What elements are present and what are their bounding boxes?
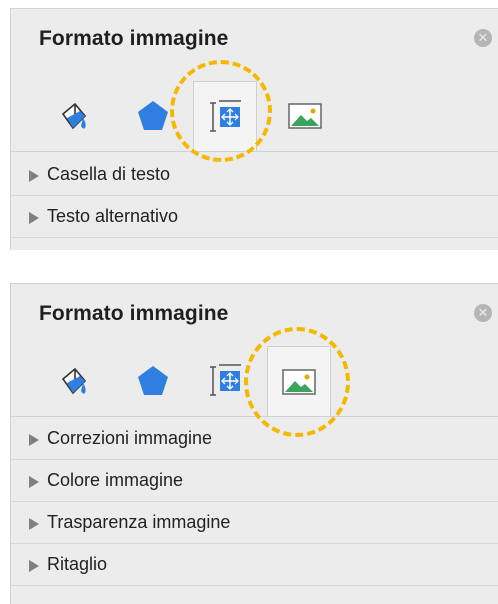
picture-icon [282,368,316,395]
section-testo-alternativo[interactable]: Testo alternativo [11,196,498,238]
size-position-icon [210,99,241,132]
format-picture-panel-bottom: Formato immagine ✕ Correzioni immagine C… [10,283,498,604]
section-trasparenza-immagine[interactable]: Trasparenza immagine [11,502,498,544]
tab-size-position[interactable] [193,81,257,151]
section-correzioni-immagine[interactable]: Correzioni immagine [11,418,498,460]
disclosure-triangle-icon[interactable] [29,434,39,446]
section-label: Ritaglio [47,554,108,574]
section-label: Trasparenza immagine [47,512,231,532]
fill-bucket-icon [61,102,87,130]
tab-divider [11,151,498,152]
section-label: Colore immagine [47,470,184,490]
tab-size-position[interactable] [193,346,257,416]
tab-bar [11,346,498,416]
tab-fill-line[interactable] [41,346,105,416]
section-colore-immagine[interactable]: Colore immagine [11,460,498,502]
format-picture-panel-top: Formato immagine ✕ Casella di testo Test… [10,8,498,250]
tab-bar [11,81,498,151]
tab-effects[interactable] [121,346,185,416]
disclosure-triangle-icon[interactable] [29,212,39,224]
panel-title: Formato immagine [39,302,229,325]
tab-picture[interactable] [273,81,337,151]
tab-effects[interactable] [121,81,185,151]
pentagon-shape-icon [138,101,168,130]
section-casella-di-testo[interactable]: Casella di testo [11,154,498,196]
tab-divider [11,416,498,417]
section-label: Testo alternativo [47,206,179,226]
panel-title: Formato immagine [39,27,229,50]
section-label: Correzioni immagine [47,428,213,448]
pentagon-shape-icon [138,366,168,395]
size-position-icon [210,364,241,396]
section-label: Casella di testo [47,164,171,184]
tab-picture[interactable] [267,346,331,416]
close-icon[interactable]: ✕ [474,29,492,47]
disclosure-triangle-icon[interactable] [29,560,39,572]
fill-bucket-icon [61,367,87,395]
disclosure-triangle-icon[interactable] [29,518,39,530]
close-icon[interactable]: ✕ [474,304,492,322]
section-ritaglio[interactable]: Ritaglio [11,544,498,586]
disclosure-triangle-icon[interactable] [29,476,39,488]
tab-fill-line[interactable] [41,81,105,151]
disclosure-triangle-icon[interactable] [29,170,39,182]
picture-icon [288,103,322,129]
